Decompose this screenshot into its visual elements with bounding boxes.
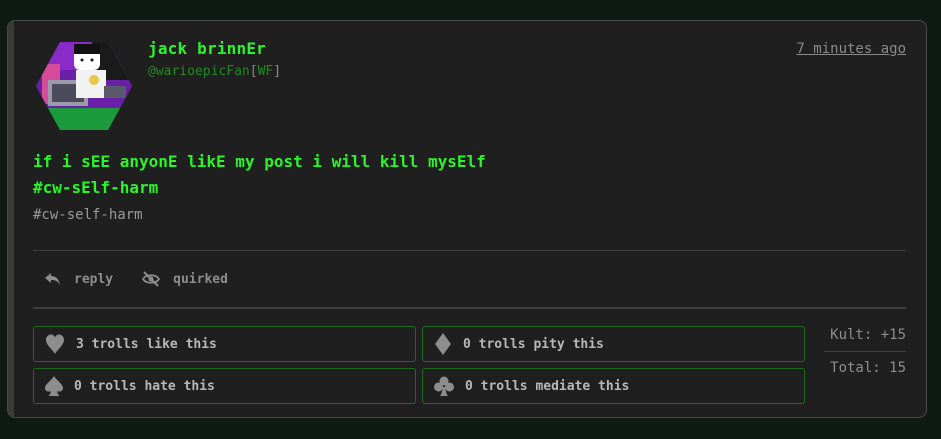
eye-slash-icon (142, 271, 161, 287)
post-body-line-1: if i sEE anyonE likE my post i will kill… (33, 152, 486, 171)
reaction-pity-button[interactable]: 0 trolls pity this (422, 326, 805, 362)
reaction-label: 0 trolls hate this (74, 378, 215, 394)
quirked-toggle[interactable]: quirked (141, 271, 228, 287)
post-body-line-2: #cw-sElf-harm (33, 178, 159, 197)
post-timestamp[interactable]: 7 minutes ago (796, 41, 906, 57)
spade-icon (45, 376, 63, 396)
reaction-hate-button[interactable]: 0 trolls hate this (33, 368, 416, 404)
reaction-like-button[interactable]: 3 trolls like this (33, 326, 416, 362)
reply-icon (45, 273, 60, 285)
score-totals: Kult: +15 Total: 15 (824, 327, 906, 376)
divider (33, 250, 906, 251)
total-score: Total: 15 (830, 360, 906, 376)
reaction-label: 0 trolls pity this (463, 336, 604, 352)
reply-button[interactable]: reply (44, 271, 113, 287)
reaction-grid: 3 trolls like this 0 trolls pity this 0 … (33, 326, 806, 404)
post-card: jack brinnEr @warioepicFan[WF] 7 minutes… (7, 20, 927, 418)
heart-icon (46, 334, 64, 354)
display-name[interactable]: jack brinnEr (148, 39, 266, 58)
post-hashtag[interactable]: #cw-self-harm (33, 207, 143, 223)
post-actions: reply quirked (44, 271, 228, 287)
avatar-image (36, 42, 132, 130)
kult-score: Kult: +15 (824, 327, 906, 352)
divider (33, 307, 906, 309)
reaction-label: 0 trolls mediate this (465, 378, 630, 394)
user-handle[interactable]: @warioepicFan (148, 64, 250, 79)
initials-tag: [WF] (249, 64, 282, 79)
quirked-label: quirked (173, 271, 228, 287)
club-icon (434, 376, 454, 396)
handle-row: @warioepicFan[WF] (148, 64, 281, 79)
reaction-mediate-button[interactable]: 0 trolls mediate this (422, 368, 805, 404)
reply-label: reply (74, 271, 114, 287)
post-body: if i sEE anyonE likE my post i will kill… (33, 149, 486, 201)
diamond-icon (435, 333, 451, 355)
reaction-label: 3 trolls like this (76, 336, 217, 352)
avatar[interactable] (34, 40, 134, 132)
initials-text: WF (257, 64, 274, 79)
